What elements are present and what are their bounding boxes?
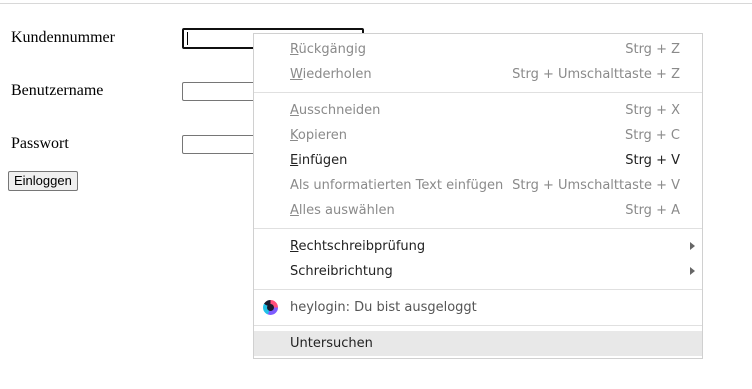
menu-item-cut-label: usschneiden — [298, 103, 381, 118]
menu-item-paste-accesskey: E — [290, 153, 299, 168]
heylogin-icon — [263, 300, 278, 315]
context-menu: Rückgängig Strg + Z Wiederholen Strg + U… — [253, 33, 703, 359]
menu-item-spellcheck-label: echtschreibprüfung — [298, 239, 426, 254]
password-label: Passwort — [11, 135, 69, 152]
menu-item-paste-label: infügen — [298, 153, 348, 168]
menu-item-redo-shortcut: Strg + Umschalttaste + Z — [512, 67, 680, 82]
menu-item-select-all-accesskey: A — [290, 203, 299, 218]
menu-item-spellcheck[interactable]: Rechtschreibprüfung — [254, 234, 702, 259]
menu-item-heylogin-label: heylogin: Du bist ausgeloggt — [290, 300, 477, 315]
menu-item-undo-label: ückgängig — [298, 42, 366, 57]
menu-item-select-all[interactable]: Alles auswählen Strg + A — [254, 198, 702, 223]
menu-item-undo-shortcut: Strg + Z — [625, 42, 680, 57]
menu-item-paste[interactable]: Einfügen Strg + V — [254, 148, 702, 173]
menu-item-copy-label: opieren — [297, 128, 348, 143]
menu-separator — [254, 325, 702, 326]
customer-number-label: Kundennummer — [11, 29, 115, 46]
username-label: Benutzername — [11, 82, 104, 99]
menu-item-cut-shortcut: Strg + X — [625, 103, 680, 118]
menu-item-undo[interactable]: Rückgängig Strg + Z — [254, 37, 702, 62]
menu-item-cut-accesskey: A — [290, 103, 299, 118]
login-button[interactable]: Einloggen — [8, 171, 78, 191]
menu-item-paste-plain-shortcut: Strg + Umschalttaste + V — [512, 178, 680, 193]
menu-item-redo-label: iederholen — [302, 67, 372, 82]
menu-item-select-all-label: lles auswählen — [298, 203, 395, 218]
submenu-arrow-icon — [690, 267, 695, 275]
menu-item-redo-accesskey: W — [290, 67, 303, 82]
menu-separator — [254, 228, 702, 229]
menu-item-writing-direction[interactable]: Schreibrichtung — [254, 259, 702, 284]
text-caret — [187, 32, 188, 45]
menu-item-heylogin[interactable]: heylogin: Du bist ausgeloggt — [254, 295, 702, 320]
menu-item-select-all-shortcut: Strg + A — [625, 203, 680, 218]
menu-item-inspect[interactable]: Untersuchen — [254, 331, 702, 356]
menu-item-cut[interactable]: Ausschneiden Strg + X — [254, 98, 702, 123]
submenu-arrow-icon — [690, 242, 695, 250]
menu-item-copy[interactable]: Kopieren Strg + C — [254, 123, 702, 148]
menu-item-paste-plain[interactable]: Als unformatierten Text einfügen Strg + … — [254, 173, 702, 198]
menu-item-redo[interactable]: Wiederholen Strg + Umschalttaste + Z — [254, 62, 702, 87]
menu-separator — [254, 92, 702, 93]
menu-item-inspect-label: Untersuchen — [290, 336, 373, 351]
menu-item-copy-shortcut: Strg + C — [625, 128, 680, 143]
menu-item-writing-direction-label: Schreibrichtung — [290, 264, 393, 279]
menu-separator — [254, 289, 702, 290]
menu-item-paste-plain-label: Als unformatierten Text einfügen — [290, 178, 504, 193]
menu-item-paste-shortcut: Strg + V — [625, 153, 680, 168]
top-divider — [0, 3, 752, 4]
menu-item-copy-accesskey: K — [290, 128, 298, 143]
